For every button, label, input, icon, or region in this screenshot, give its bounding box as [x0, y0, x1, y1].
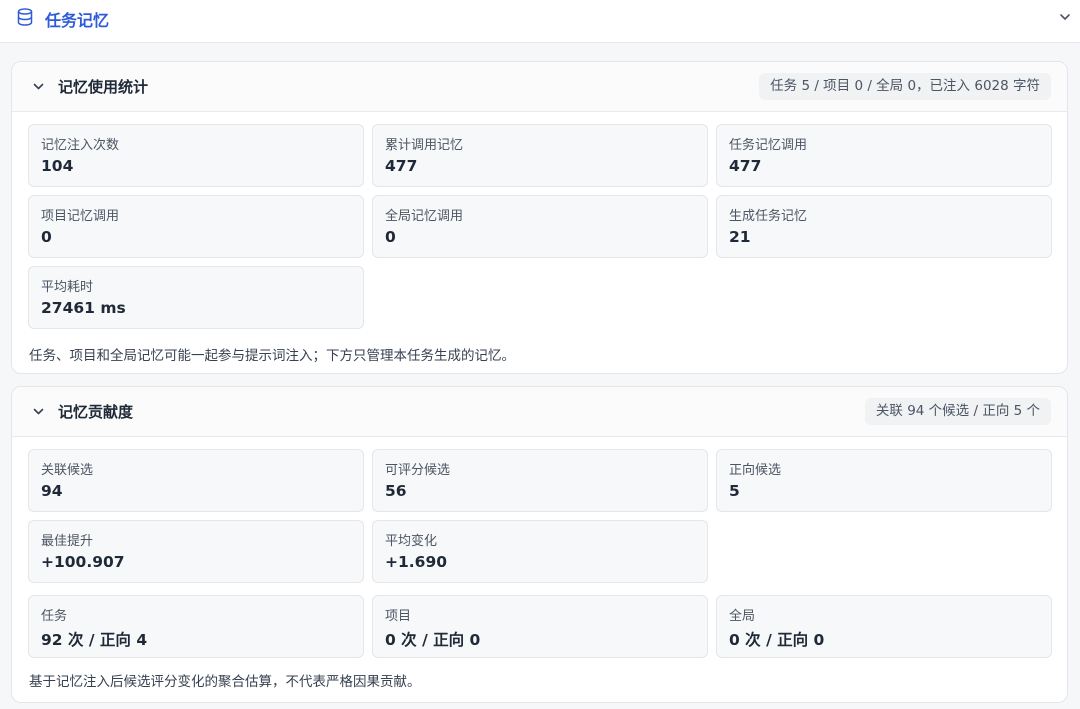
contribution-card-title: 记忆贡献度 — [58, 403, 134, 421]
stat-value: +100.907 — [41, 553, 125, 571]
contribution-note: 基于记忆注入后候选评分变化的聚合估算，不代表严格因果贡献。 — [29, 674, 421, 690]
stat-label: 正向候选 — [729, 463, 782, 478]
contribution-card-header[interactable]: 记忆贡献度 关联 94 个候选 / 正向 5 个 — [12, 387, 1067, 437]
scope-value: 92 次 / 正向 4 — [41, 631, 148, 649]
stat-tile-scorable: 可评分候选 56 — [372, 449, 708, 512]
scope-tile-task: 任务 92 次 / 正向 4 — [28, 595, 364, 658]
stat-value: 27461 ms — [41, 299, 126, 317]
stat-tile-avg-change: 平均变化 +1.690 — [372, 520, 708, 583]
scope-value: 0 次 / 正向 0 — [385, 631, 481, 649]
stat-value: 104 — [41, 157, 74, 175]
scope-tile-project: 项目 0 次 / 正向 0 — [372, 595, 708, 658]
stat-label: 可评分候选 — [385, 463, 451, 478]
stat-label: 最佳提升 — [41, 534, 94, 549]
database-icon — [17, 8, 33, 26]
stat-label: 平均耗时 — [41, 280, 94, 295]
memory-panel-header[interactable]: 任务记忆 — [0, 0, 1080, 43]
stat-tile-injections: 记忆注入次数 104 — [28, 124, 364, 187]
stat-label: 记忆注入次数 — [41, 138, 120, 153]
stat-tile-positive: 正向候选 5 — [716, 449, 1052, 512]
stat-value: 5 — [729, 482, 740, 500]
contribution-summary-badge: 关联 94 个候选 / 正向 5 个 — [864, 398, 1051, 425]
usage-summary-badge: 任务 5 / 项目 0 / 全局 0，已注入 6028 字符 — [759, 73, 1051, 100]
usage-card-header[interactable]: 记忆使用统计 任务 5 / 项目 0 / 全局 0，已注入 6028 字符 — [12, 62, 1067, 112]
scope-label: 项目 — [385, 609, 412, 624]
stat-value: 21 — [729, 228, 751, 246]
stat-tile-related: 关联候选 94 — [28, 449, 364, 512]
stat-value: 94 — [41, 482, 63, 500]
usage-note: 任务、项目和全局记忆可能一起参与提示词注入；下方只管理本任务生成的记忆。 — [29, 348, 515, 364]
stat-value: 477 — [385, 157, 418, 175]
memory-usage-card: 记忆使用统计 任务 5 / 项目 0 / 全局 0，已注入 6028 字符 记忆… — [11, 61, 1068, 374]
stat-tile-avg-time: 平均耗时 27461 ms — [28, 266, 364, 329]
stat-label: 全局记忆调用 — [385, 209, 464, 224]
stat-value: 0 — [41, 228, 52, 246]
memory-contribution-card: 记忆贡献度 关联 94 个候选 / 正向 5 个 关联候选 94 可评分候选 5… — [11, 386, 1068, 703]
stat-tile-best-gain: 最佳提升 +100.907 — [28, 520, 364, 583]
chevron-down-icon[interactable] — [32, 80, 45, 93]
stat-value: +1.690 — [385, 553, 448, 571]
usage-card-title: 记忆使用统计 — [58, 78, 149, 96]
stat-value: 477 — [729, 157, 762, 175]
stat-tile-global-calls: 全局记忆调用 0 — [372, 195, 708, 258]
stat-label: 生成任务记忆 — [729, 209, 808, 224]
scope-tile-global: 全局 0 次 / 正向 0 — [716, 595, 1052, 658]
stat-label: 任务记忆调用 — [729, 138, 808, 153]
stat-label: 累计调用记忆 — [385, 138, 464, 153]
stat-label: 项目记忆调用 — [41, 209, 120, 224]
stat-tile-generated: 生成任务记忆 21 — [716, 195, 1052, 258]
stat-label: 平均变化 — [385, 534, 438, 549]
stat-tile-project-calls: 项目记忆调用 0 — [28, 195, 364, 258]
chevron-down-icon[interactable] — [32, 405, 45, 418]
panel-title: 任务记忆 — [45, 11, 110, 30]
scope-label: 任务 — [41, 609, 68, 624]
stat-value: 56 — [385, 482, 407, 500]
stat-tile-total-calls: 累计调用记忆 477 — [372, 124, 708, 187]
stat-label: 关联候选 — [41, 463, 94, 478]
scope-value: 0 次 / 正向 0 — [729, 631, 825, 649]
stat-tile-task-calls: 任务记忆调用 477 — [716, 124, 1052, 187]
scope-label: 全局 — [729, 609, 756, 624]
chevron-down-icon[interactable] — [1058, 10, 1072, 24]
stat-value: 0 — [385, 228, 396, 246]
